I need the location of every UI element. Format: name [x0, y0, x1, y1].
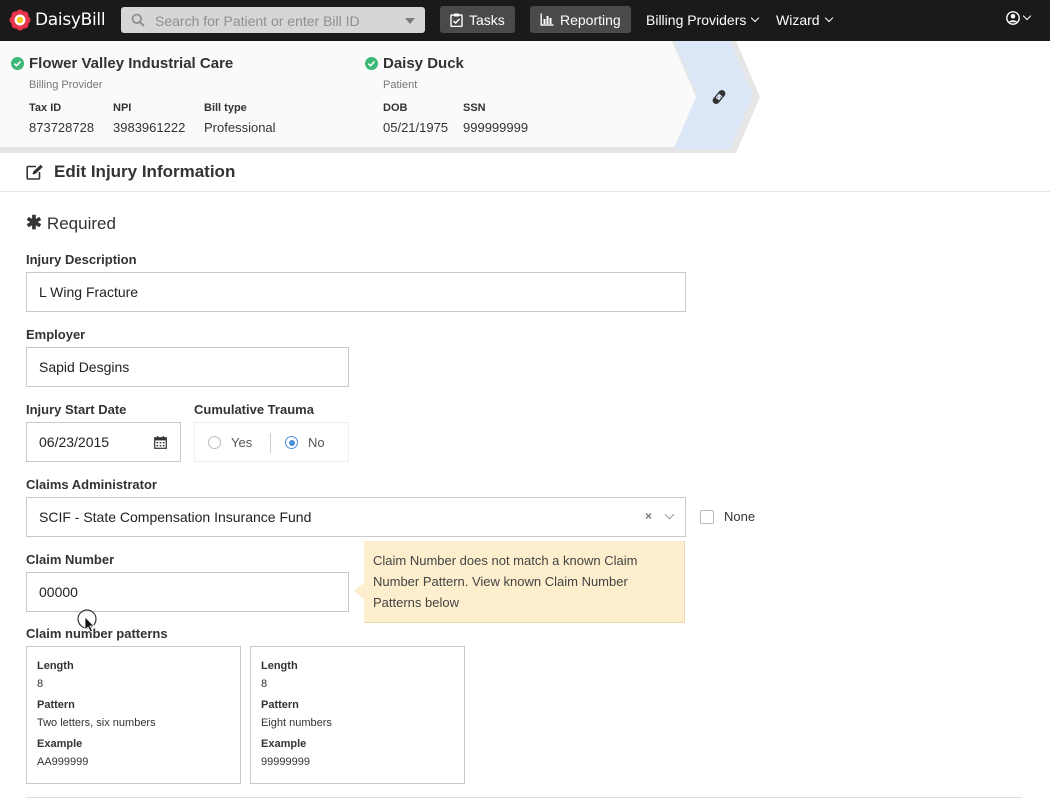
- claim-number-label: Claim Number: [26, 552, 115, 567]
- npi-label: NPI: [113, 102, 132, 114]
- employer-input[interactable]: Sapid Desgins: [26, 347, 349, 387]
- tasks-label: Tasks: [469, 11, 505, 28]
- patient-name[interactable]: Daisy Duck: [365, 55, 464, 72]
- logo-text: DaisyBill: [35, 10, 106, 30]
- example-label: Example: [261, 738, 307, 750]
- length-label: Length: [37, 660, 74, 672]
- context-header: Flower Valley Industrial Care Billing Pr…: [0, 41, 1050, 155]
- chevron-down-icon: [751, 13, 760, 23]
- billing-providers-menu[interactable]: Billing Providers: [646, 12, 760, 28]
- billing-providers-label: Billing Providers: [646, 12, 747, 28]
- injury-description-input[interactable]: L Wing Fracture: [26, 272, 686, 312]
- user-circle-icon: [1006, 11, 1020, 25]
- length-value: 8: [37, 678, 44, 690]
- provider-role: Billing Provider: [29, 79, 103, 91]
- search-input[interactable]: Search for Patient or enter Bill ID: [121, 7, 425, 33]
- radio-no[interactable]: No: [285, 435, 325, 450]
- npi-value: 3983961222: [113, 120, 186, 135]
- divider: [0, 191, 1050, 192]
- tax-id-value: 873728728: [29, 120, 95, 135]
- search-icon: [131, 13, 145, 27]
- tasks-button[interactable]: Tasks: [440, 6, 515, 33]
- clipboard-check-icon: [450, 13, 463, 27]
- radio-yes[interactable]: Yes: [208, 435, 252, 450]
- daisy-logo-icon: [9, 9, 31, 31]
- edit-icon: [26, 164, 43, 180]
- pattern-card: Length 8 Pattern Eight numbers Example 9…: [250, 646, 465, 784]
- logo[interactable]: DaisyBill: [9, 8, 106, 32]
- pattern-label: Pattern: [261, 699, 299, 711]
- patient-role: Patient: [383, 79, 418, 91]
- length-value: 8: [261, 678, 268, 690]
- radio-circle[interactable]: [208, 436, 221, 449]
- claim-number-warning-tooltip: Claim Number does not match a known Clai…: [354, 541, 685, 623]
- chevron-down-icon: [824, 13, 833, 23]
- claim-number-input[interactable]: 00000: [26, 572, 349, 612]
- example-value: 99999999: [261, 756, 310, 768]
- tax-id-label: Tax ID: [29, 102, 62, 114]
- employer-label: Employer: [26, 327, 86, 342]
- user-menu[interactable]: [1006, 11, 1032, 25]
- section-title: Edit Injury Information: [26, 162, 235, 182]
- example-label: Example: [37, 738, 83, 750]
- injury-start-date-input[interactable]: 06/23/2015: [26, 422, 181, 462]
- reporting-label: Reporting: [560, 11, 621, 28]
- wizard-label: Wizard: [776, 12, 820, 28]
- check-circle-icon: [11, 57, 24, 70]
- claims-administrator-label: Claims Administrator: [26, 477, 157, 492]
- bill-type-label: Bill type: [204, 102, 247, 114]
- ssn-value: 999999999: [463, 120, 529, 135]
- bar-chart-icon: [540, 13, 554, 26]
- asterisk-icon: ✱: [26, 213, 42, 234]
- pattern-value: Two letters, six numbers: [37, 717, 156, 729]
- cumulative-trauma-group: Yes No: [194, 422, 349, 462]
- ssn-label: SSN: [463, 102, 486, 114]
- radio-circle-selected[interactable]: [285, 436, 298, 449]
- none-checkbox[interactable]: [700, 510, 714, 524]
- check-circle-icon: [365, 57, 378, 70]
- bill-step-chevron[interactable]: [660, 41, 770, 155]
- injury-description-label: Injury Description: [26, 252, 137, 267]
- pattern-value: Eight numbers: [261, 717, 332, 729]
- example-value: AA999999: [37, 756, 89, 768]
- top-nav: DaisyBill Search for Patient or enter Bi…: [0, 0, 1050, 41]
- wizard-menu[interactable]: Wizard: [776, 12, 833, 28]
- required-heading: ✱ Required: [26, 213, 116, 234]
- dob-value: 05/21/1975: [383, 120, 449, 135]
- divider: [26, 797, 1022, 798]
- length-label: Length: [261, 660, 298, 672]
- none-label[interactable]: None: [724, 509, 755, 524]
- reporting-button[interactable]: Reporting: [530, 6, 631, 33]
- pattern-label: Pattern: [37, 699, 75, 711]
- search-placeholder: Search for Patient or enter Bill ID: [155, 13, 360, 29]
- claims-administrator-select[interactable]: SCIF - State Compensation Insurance Fund: [26, 497, 686, 537]
- clear-icon[interactable]: ×: [645, 509, 652, 523]
- calendar-icon[interactable]: [154, 436, 167, 449]
- dob-label: DOB: [383, 102, 408, 114]
- cumulative-trauma-label: Cumulative Trauma: [194, 402, 314, 417]
- bill-type-value: Professional: [204, 120, 276, 135]
- injury-start-date-label: Injury Start Date: [26, 402, 127, 417]
- provider-name[interactable]: Flower Valley Industrial Care: [11, 55, 233, 72]
- pattern-card: Length 8 Pattern Two letters, six number…: [26, 646, 241, 784]
- caret-down-icon[interactable]: [405, 18, 415, 24]
- chevron-down-icon: [1022, 11, 1032, 21]
- mouse-cursor-icon: [77, 609, 97, 633]
